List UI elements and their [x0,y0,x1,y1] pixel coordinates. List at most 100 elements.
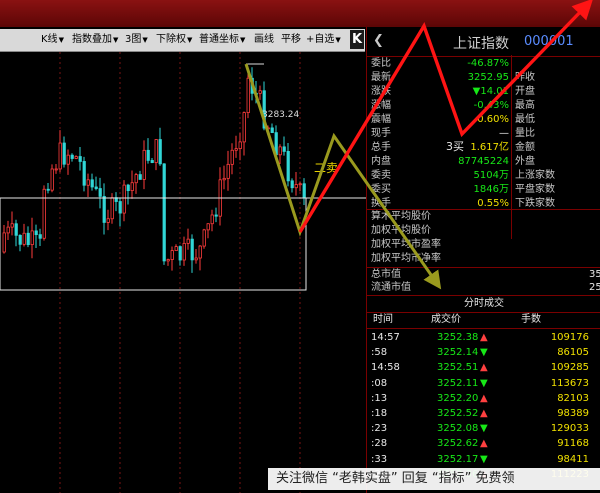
quote-label: 开盘 [515,86,535,97]
coordinate-dropdown[interactable]: 普通坐标▼ [199,32,245,47]
trade-dir: ▼ [480,423,488,435]
candle-body [130,182,134,192]
quote-value: 1.617亿 [470,142,509,153]
quote-row: 委卖 5104万 [371,169,509,183]
quote-row: 涨幅 -0.43% [371,99,509,113]
candle-body [54,168,58,171]
quote-label: 委卖 [371,170,391,181]
quote-value: -0.43% [473,100,509,111]
candle-body [270,127,274,134]
quote-row: 涨跌 ▼14.01 [371,85,509,99]
quote-value: 0.60% [477,114,509,125]
trade-row[interactable]: :23 3252.08 ▼ 129033 [367,421,600,436]
index-name: 上证指数 [453,36,509,52]
quote-label: 外盘 [515,156,535,167]
add-watchlist-dropdown[interactable]: +自选▼ [306,32,341,47]
candle-body [74,156,78,159]
candle-body [222,177,226,181]
trade-price: 3252.38 [437,332,479,343]
trade-vol: 109176 [550,332,589,343]
trade-vol: 129033 [550,423,589,435]
trade-time: :33 [371,453,388,465]
quote-label: 震幅 [371,114,391,125]
trade-time: :58 [371,347,388,359]
collapse-panel-button[interactable]: K [350,30,364,49]
index-overlay-dropdown[interactable]: 指数叠加▼ [72,32,118,47]
candle-body [302,183,306,199]
candle-body [190,238,194,261]
trade-row[interactable]: :33 3252.17 ▼ 98411 [367,452,600,467]
candle-body [2,232,6,253]
quote-header: ❮ 上证指数 000001 [367,27,600,57]
candle-body [166,259,170,262]
trade-price: 3252.08 [437,423,479,435]
candle-body [210,214,214,225]
candle-body [110,197,114,220]
quote-label: 涨幅 [371,100,391,111]
candle-body [230,149,234,165]
chevron-left-icon[interactable]: ❮ [373,33,384,48]
trade-row[interactable]: :18 3252.52 ▲ 98389 [367,406,600,421]
trade-vol: 86105 [557,347,589,359]
candle-body [258,90,262,94]
candle-body [250,77,254,94]
candle-body [154,139,158,163]
trade-row[interactable]: :08 3252.11 ▼ 113673 [367,376,600,391]
candle-body [22,232,26,245]
quote-label: 量比 [515,128,535,139]
quote-label: 委比 [371,58,391,69]
trade-price: 3252.17 [437,453,479,465]
sell-annotation: 二卖 [314,161,339,175]
trade-time: :18 [371,408,388,419]
market-cap-value: 25 [589,282,600,293]
candle-body [162,163,166,262]
average-stat-label: 加权平均市净率 [371,253,441,264]
trade-price: 3252.52 [437,408,479,419]
watermark-banner: 关注微信 “老韩实盘” 回复 “指标” 免费领 [268,468,600,490]
quote-label: 总手 [371,142,391,153]
trade-price: 3252.11 [437,377,479,389]
ex-rights-dropdown[interactable]: 下除权▼ [156,32,192,47]
market-cap-value: 35 [589,269,600,280]
candle-body [126,184,130,192]
consolidation-box [0,197,307,291]
candle-body [174,246,178,252]
trade-row[interactable]: 14:57 3252.38 ▲ 109176 [367,330,600,345]
quote-label: 最高 [515,100,535,111]
average-stat-label: 加权平均股价 [371,225,431,236]
trade-price: 3252.62 [437,438,479,450]
kline-chart-canvas [0,52,366,493]
candle-body [170,250,174,260]
candle-body [10,223,14,228]
quote-label: 内盘 [371,156,391,167]
chart-toolbar: K线▼ 指数叠加▼ 3图▼ 下除权▼ 普通坐标▼ 画线 平移 +自选▼ K [0,29,365,52]
candle-body [254,92,258,95]
quote-label: 委买 [371,184,391,195]
quote-label: 金额 [515,142,535,153]
kline-dropdown[interactable]: K线▼ [41,32,64,47]
candle-body [38,234,42,239]
trade-dir: ▼ [480,377,488,389]
column-divider [511,55,512,239]
trades-title: 分时成交 [367,295,600,313]
draw-line-button[interactable]: 画线 [254,32,274,47]
trade-row[interactable]: :13 3252.20 ▲ 82103 [367,391,600,406]
trade-row[interactable]: :58 3252.14 ▼ 86105 [367,345,600,360]
trade-row[interactable]: 14:58 3252.51 ▲ 109285 [367,360,600,375]
quote-label: 昨收 [515,72,535,83]
candle-body [290,180,294,189]
candle-body [278,146,282,156]
peak-price-label: 3283.24 [262,110,300,120]
three-chart-dropdown[interactable]: 3图▼ [125,32,148,47]
candle-body [186,238,190,244]
quote-row: 委买 1846万 [371,183,509,197]
kline-chart[interactable]: 3283.24 二卖 [0,52,366,493]
market-cap-label: 总市值 [371,269,401,280]
quote-label: 涨跌 [371,86,391,97]
trade-row[interactable]: :28 3252.62 ▲ 91168 [367,436,600,451]
quote-row: 最新 3252.95 [371,71,509,85]
pan-button[interactable]: 平移 [281,32,301,47]
candle-body [142,149,146,180]
candle-body [234,148,238,151]
trade-time: :28 [371,438,388,450]
